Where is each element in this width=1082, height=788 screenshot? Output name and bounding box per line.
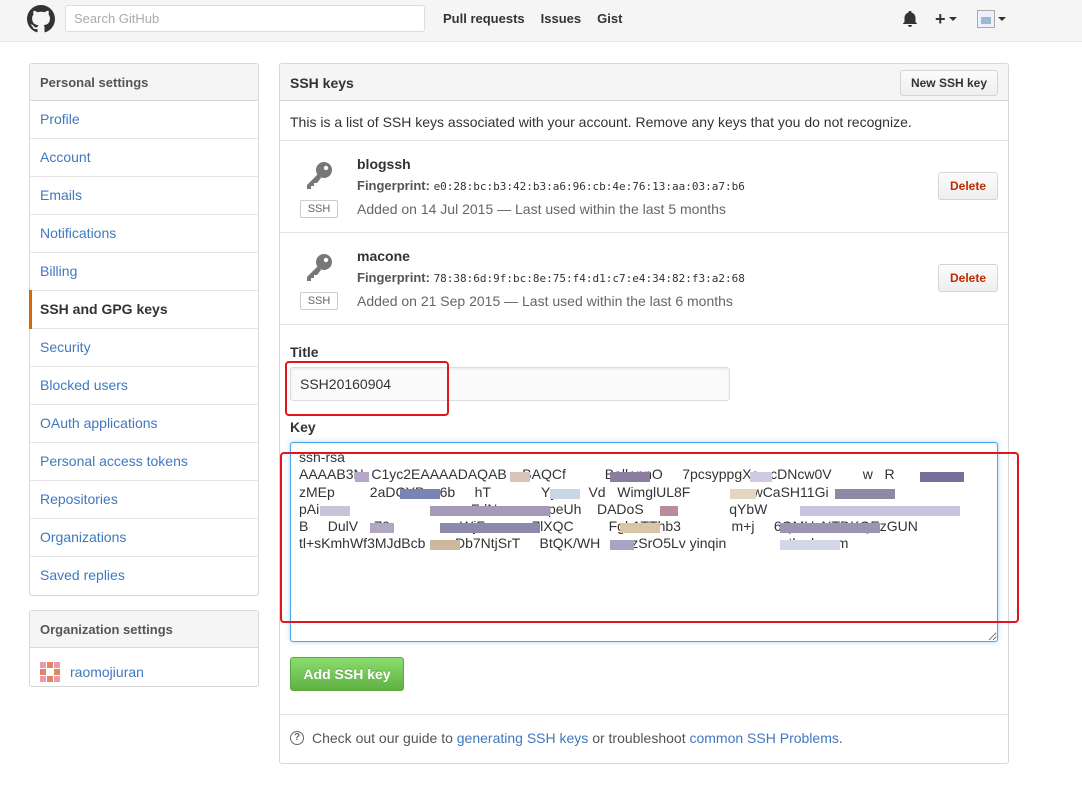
- delete-key-button[interactable]: Delete: [938, 172, 998, 200]
- key-fingerprint: Fingerprint: 78:38:6d:9f:bc:8e:75:f4:d1:…: [357, 270, 745, 285]
- sidebar-item-org[interactable]: raomojiuran: [30, 648, 258, 686]
- sidebar-item-billing[interactable]: Billing: [30, 253, 258, 291]
- sidebar-item-repositories[interactable]: Repositories: [30, 481, 258, 519]
- new-ssh-key-button[interactable]: New SSH key: [900, 70, 998, 96]
- fingerprint-value: e0:28:bc:b3:42:b3:a6:96:cb:4e:76:13:aa:0…: [433, 180, 745, 193]
- chevron-down-icon: [998, 17, 1006, 21]
- plus-icon: +: [935, 8, 946, 29]
- avatar: [977, 10, 995, 28]
- sidebar-item-profile[interactable]: Profile: [30, 101, 258, 139]
- key-icon: [307, 254, 332, 281]
- personal-settings-heading: Personal settings: [30, 64, 258, 101]
- header-nav: Pull requests Issues Gist: [443, 11, 622, 26]
- divider: [280, 714, 1008, 715]
- key-name: macone: [357, 248, 410, 264]
- ssh-key-row: SSH macone Fingerprint: 78:38:6d:9f:bc:8…: [280, 233, 1008, 325]
- sidebar-item-account[interactable]: Account: [30, 139, 258, 177]
- title-label: Title: [290, 344, 319, 360]
- sidebar-item-oauth-applications[interactable]: OAuth applications: [30, 405, 258, 443]
- fingerprint-label: Fingerprint:: [357, 178, 430, 193]
- footer-suffix: .: [838, 730, 843, 746]
- sidebar-item-organizations[interactable]: Organizations: [30, 519, 258, 557]
- key-fingerprint: Fingerprint: e0:28:bc:b3:42:b3:a6:96:cb:…: [357, 178, 745, 193]
- fingerprint-value: 78:38:6d:9f:bc:8e:75:f4:d1:c7:e4:34:82:f…: [433, 272, 745, 285]
- personal-settings-menu: Personal settings Profile Account Emails…: [29, 63, 259, 596]
- ssh-keys-panel: SSH keys New SSH key This is a list of S…: [279, 63, 1009, 764]
- nav-pull-requests[interactable]: Pull requests: [443, 11, 525, 26]
- delete-key-button[interactable]: Delete: [938, 264, 998, 292]
- generating-ssh-keys-link[interactable]: generating SSH keys: [457, 730, 589, 746]
- nav-issues[interactable]: Issues: [541, 11, 581, 26]
- footer-middle: or troubleshoot: [592, 730, 686, 746]
- key-name: blogssh: [357, 156, 411, 172]
- fingerprint-label: Fingerprint:: [357, 270, 430, 285]
- organization-settings-heading: Organization settings: [30, 611, 258, 648]
- org-avatar: [40, 661, 60, 682]
- create-new-menu[interactable]: +: [935, 8, 957, 30]
- title-input[interactable]: [290, 367, 730, 401]
- site-header: Pull requests Issues Gist +: [0, 0, 1082, 42]
- search-input[interactable]: [65, 5, 425, 32]
- question-icon: ?: [290, 731, 304, 745]
- sidebar-item-blocked-users[interactable]: Blocked users: [30, 367, 258, 405]
- help-footer: ? Check out our guide to generating SSH …: [290, 730, 843, 746]
- key-added-info: Added on 14 Jul 2015 — Last used within …: [357, 201, 726, 217]
- sidebar-item-ssh-gpg-keys[interactable]: SSH and GPG keys: [29, 290, 258, 329]
- add-ssh-key-button[interactable]: Add SSH key: [290, 657, 404, 691]
- organization-settings-menu: Organization settings raomojiuran: [29, 610, 259, 687]
- page-title: SSH keys: [290, 75, 354, 91]
- sidebar-item-notifications[interactable]: Notifications: [30, 215, 258, 253]
- user-menu[interactable]: [977, 8, 1006, 30]
- bell-icon: [903, 11, 917, 27]
- sidebar-item-emails[interactable]: Emails: [30, 177, 258, 215]
- key-added-info: Added on 21 Sep 2015 — Last used within …: [357, 293, 733, 309]
- panel-header: SSH keys New SSH key: [280, 64, 1008, 101]
- ssh-badge: SSH: [300, 292, 338, 310]
- ssh-key-row: SSH blogssh Fingerprint: e0:28:bc:b3:42:…: [280, 141, 1008, 233]
- sidebar-item-saved-replies[interactable]: Saved replies: [30, 557, 258, 595]
- github-logo-icon[interactable]: [27, 5, 55, 33]
- notifications-button[interactable]: [903, 8, 917, 30]
- key-label: Key: [290, 419, 316, 435]
- common-ssh-problems-link[interactable]: common SSH Problems: [689, 730, 838, 746]
- sidebar-item-security[interactable]: Security: [30, 329, 258, 367]
- footer-text: Check out our guide to generating SSH ke…: [312, 730, 843, 746]
- nav-gist[interactable]: Gist: [597, 11, 622, 26]
- chevron-down-icon: [948, 17, 957, 21]
- sidebar-item-personal-access-tokens[interactable]: Personal access tokens: [30, 443, 258, 481]
- footer-prefix: Check out our guide to: [312, 730, 453, 746]
- org-name: raomojiuran: [70, 663, 144, 680]
- ssh-badge: SSH: [300, 200, 338, 218]
- key-icon: [307, 162, 332, 189]
- keys-intro-text: This is a list of SSH keys associated wi…: [280, 101, 1008, 141]
